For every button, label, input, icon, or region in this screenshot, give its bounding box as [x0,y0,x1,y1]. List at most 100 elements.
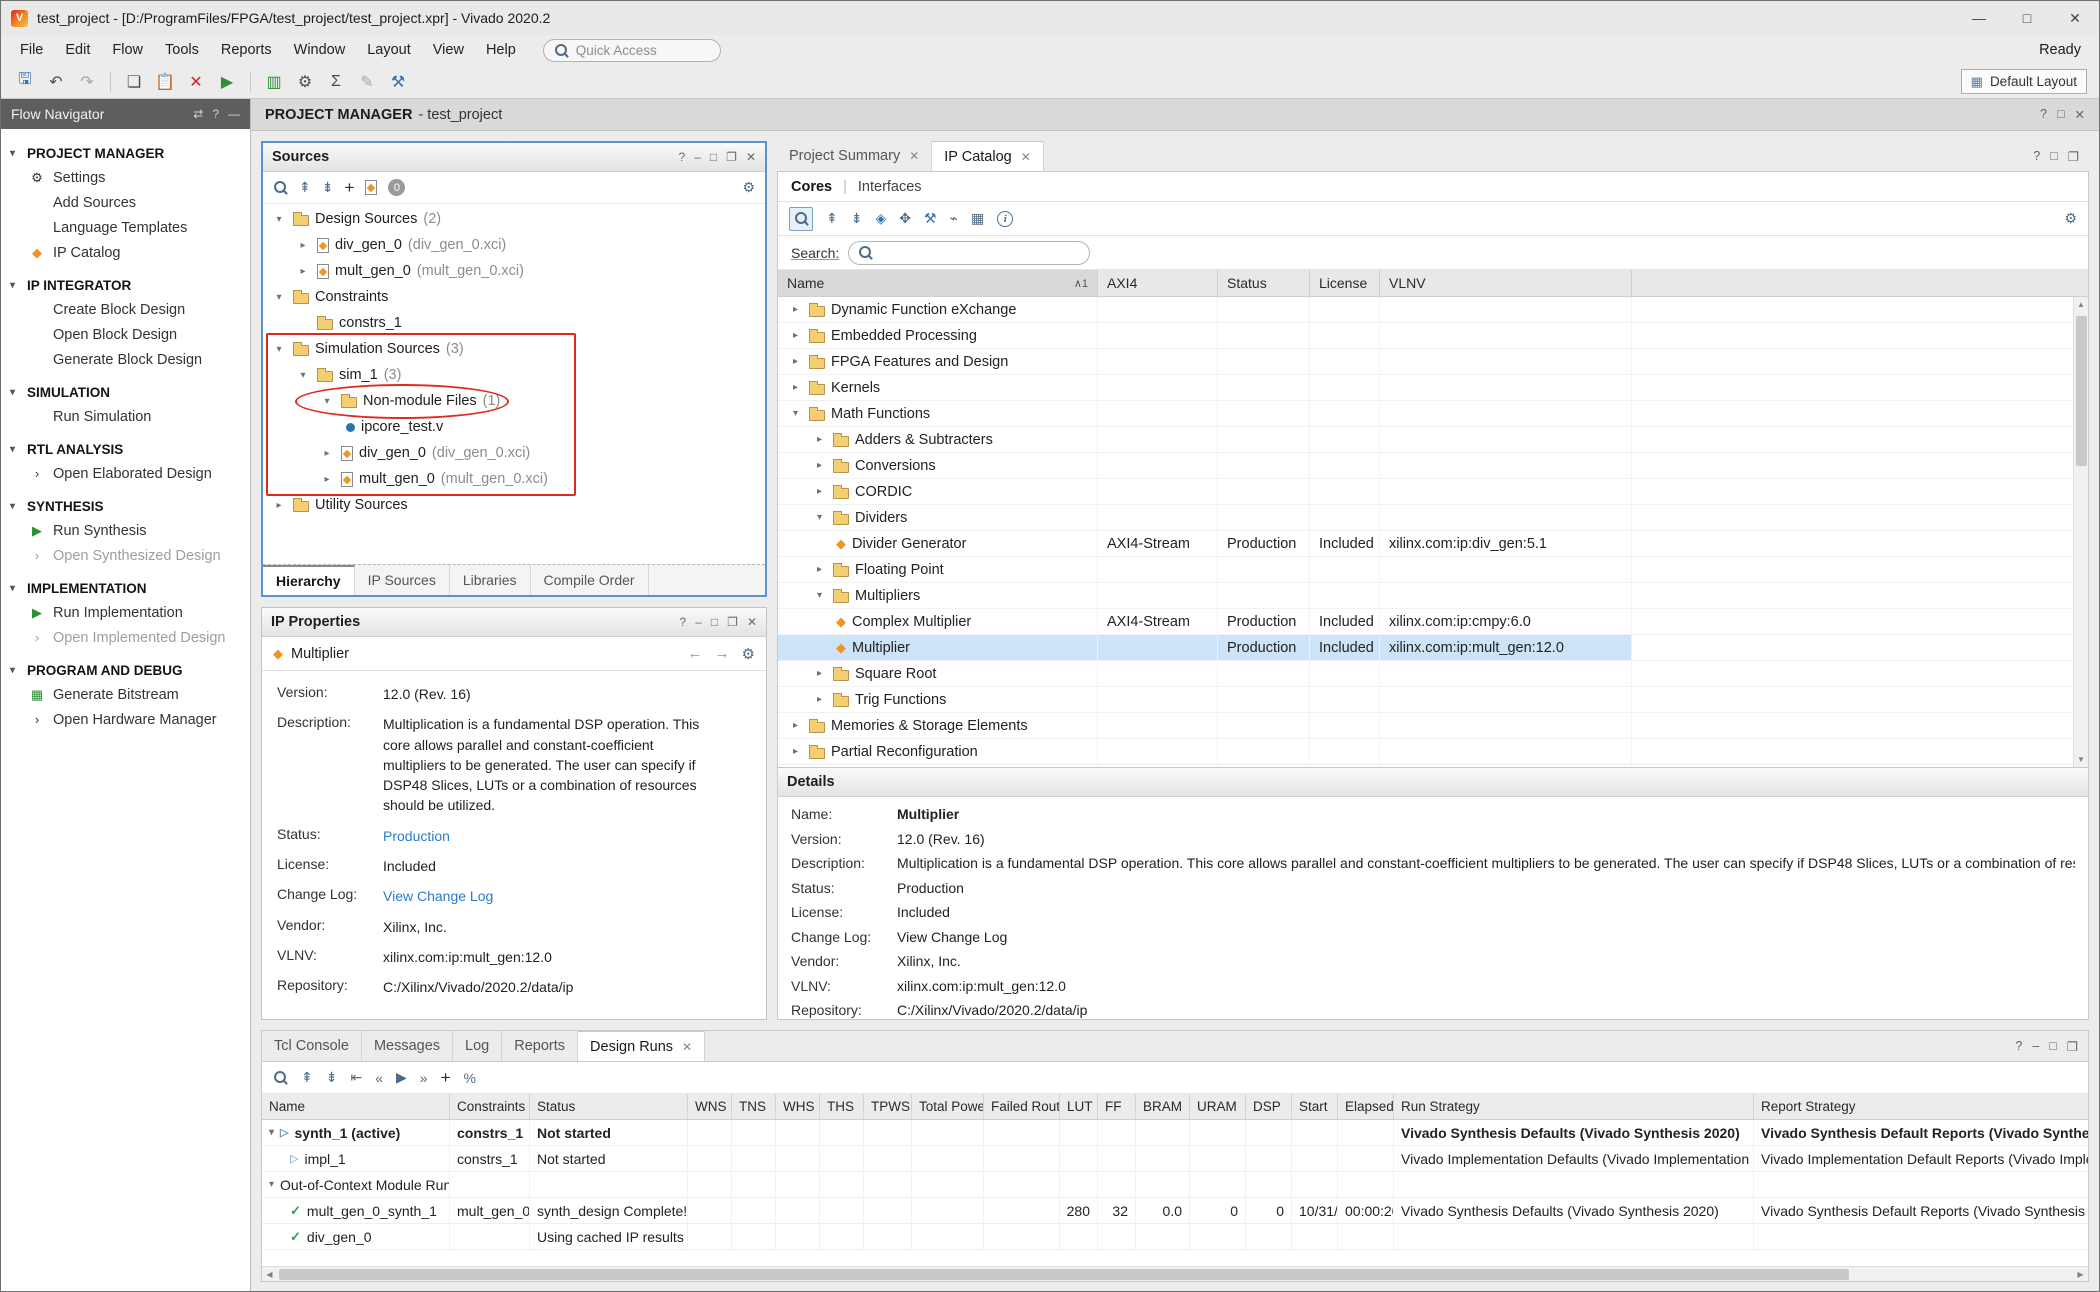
help-icon[interactable]: ? [212,107,219,121]
scroll-up-icon[interactable]: ▲ [2074,297,2088,312]
tree-row-non-module-files[interactable]: ▾Non-module Files(1) [263,388,765,414]
tree-row-div-gen-0[interactable]: ▸div_gen_0(div_gen_0.xci) [263,232,765,258]
chevron-right-icon[interactable]: ▸ [319,448,335,459]
chevron-down-icon[interactable]: ▾ [271,344,287,355]
scrollbar-thumb[interactable] [2076,316,2087,466]
tab-design-runs[interactable]: Design Runs✕ [578,1031,705,1061]
tab-libraries[interactable]: Libraries [450,565,531,595]
sidebar-item-settings[interactable]: ⚙Settings [1,165,250,190]
chevron-right-icon[interactable]: ▸ [295,240,311,251]
menu-tools[interactable]: Tools [154,38,210,62]
catalog-row-complex-multiplier[interactable]: ◆Complex MultiplierAXI4-StreamProduction… [778,609,2088,635]
redo-icon[interactable]: ↷ [73,68,101,95]
catalog-row[interactable]: ▸Adders & Subtracters [778,427,2088,453]
run-row-ooc-group[interactable]: ▾Out-of-Context Module Runs [262,1172,2088,1198]
delete-icon[interactable]: ✕ [182,68,210,95]
chevron-down-icon[interactable]: ▾ [812,590,827,601]
sidebar-item-run-simulation[interactable]: Run Simulation [1,404,250,429]
collapse-all-icon[interactable]: ⇞ [299,179,311,196]
menu-reports[interactable]: Reports [210,38,283,62]
menu-help[interactable]: Help [475,38,527,62]
dashboard-icon[interactable]: ▥ [260,68,288,95]
maximize-icon[interactable]: ❐ [2068,149,2079,164]
column-header-license[interactable]: License [1310,270,1380,296]
search-icon[interactable] [789,207,813,231]
tab-hierarchy[interactable]: Hierarchy [263,565,355,595]
expand-all-icon[interactable]: ⇟ [322,179,334,196]
hide-panel-icon[interactable]: — [228,107,240,121]
column-header[interactable]: TNS [732,1094,776,1119]
gear-icon[interactable]: ⚙ [742,645,755,663]
sidebar-item-generate-bitstream[interactable]: ▦Generate Bitstream [1,682,250,707]
chevron-right-icon[interactable]: ▸ [812,564,827,575]
menu-file[interactable]: File [9,38,54,62]
catalog-row-divider-generator[interactable]: ◆Divider GeneratorAXI4-StreamProductionI… [778,531,2088,557]
expand-all-icon[interactable]: ⇟ [851,210,863,227]
help-icon[interactable]: ? [2040,107,2047,122]
maximize-icon[interactable]: ❐ [2067,1039,2078,1054]
subtab-interfaces[interactable]: Interfaces [858,179,922,195]
float-icon[interactable]: □ [2049,1039,2057,1053]
column-header[interactable]: TPWS [864,1094,912,1119]
sidebar-item-open-synthesized-design[interactable]: ›Open Synthesized Design [1,543,250,568]
tab-messages[interactable]: Messages [362,1031,453,1061]
scroll-left-icon[interactable]: ◀ [262,1270,277,1279]
catalog-row[interactable]: ▸Trig Functions [778,687,2088,713]
tree-row-sim-div-gen-0[interactable]: ▸div_gen_0(div_gen_0.xci) [263,440,765,466]
close-icon[interactable]: ✕ [682,1040,692,1054]
sidebar-item-add-sources[interactable]: Add Sources [1,190,250,215]
column-header[interactable]: BRAM [1136,1094,1190,1119]
detail-status-link[interactable]: Production [897,880,964,896]
sources-panel-header[interactable]: Sources ? – □ ❐ ✕ [263,143,765,172]
chevron-right-icon[interactable]: ▸ [812,694,827,705]
column-header[interactable]: Constraints [450,1094,530,1119]
sidebar-item-open-block-design[interactable]: Open Block Design [1,322,250,347]
tab-reports[interactable]: Reports [502,1031,578,1061]
catalog-row[interactable]: ▸Floating Point [778,557,2088,583]
catalog-row[interactable]: ▸Memories & Storage Elements [778,713,2088,739]
minimize-icon[interactable]: – [2032,1039,2039,1053]
layout-selector[interactable]: ▦ Default Layout [1961,69,2087,94]
minimize-icon[interactable]: – [695,615,702,629]
settings-gear-icon[interactable]: ⚙ [291,68,319,95]
column-header[interactable]: URAM [1190,1094,1246,1119]
chevron-right-icon[interactable]: ▸ [295,266,311,277]
chevron-right-icon[interactable]: ▸ [788,382,803,393]
tab-project-summary[interactable]: Project Summary✕ [777,141,932,171]
undo-icon[interactable]: ↶ [42,68,70,95]
sidebar-item-open-elaborated-design[interactable]: ›Open Elaborated Design [1,461,250,486]
chevron-right-icon[interactable]: ▸ [788,330,803,341]
add-sources-icon[interactable]: + [344,178,354,198]
column-header[interactable]: FF [1098,1094,1136,1119]
scrollbar-thumb[interactable] [279,1269,1849,1280]
info-icon[interactable]: i [997,211,1013,227]
run-icon[interactable]: ▶ [396,1069,407,1086]
wand-icon[interactable]: ⚒ [384,68,412,95]
section-header-implementation[interactable]: ▾IMPLEMENTATION [1,577,250,600]
close-icon[interactable]: ✕ [2075,107,2085,122]
table-view-icon[interactable]: ▦ [971,210,984,227]
interface-plug-icon[interactable]: ⌁ [950,210,958,227]
tree-row-ipcore-test-v[interactable]: ipcore_test.v [263,414,765,440]
group-by-icon[interactable]: ✥ [899,210,911,227]
collapse-all-icon[interactable]: ⇞ [826,210,838,227]
run-icon[interactable]: ▶ [213,68,241,95]
catalog-row[interactable]: ▸Square Root [778,661,2088,687]
float-icon[interactable]: □ [711,615,718,629]
column-header[interactable]: Total Power [912,1094,984,1119]
chevron-right-icon[interactable]: ▸ [812,486,827,497]
chevron-right-icon[interactable]: ▸ [319,474,335,485]
change-log-link[interactable]: View Change Log [383,886,493,906]
chevron-right-icon[interactable]: ▸ [812,434,827,445]
column-header[interactable]: Start [1292,1094,1338,1119]
chevron-right-icon[interactable]: ▸ [788,746,803,757]
tab-log[interactable]: Log [453,1031,502,1061]
search-input[interactable] [848,241,1090,265]
section-header-ip-integrator[interactable]: ▾IP INTEGRATOR [1,274,250,297]
chevron-down-icon[interactable]: ▾ [319,396,335,407]
scroll-right-icon[interactable]: ▶ [2073,1270,2088,1279]
run-row-synth-1[interactable]: ▾▷synth_1 (active) constrs_1 Not started… [262,1120,2088,1146]
catalog-row[interactable]: ▸Conversions [778,453,2088,479]
column-header[interactable]: Elapsed [1338,1094,1394,1119]
tree-row-sim-1[interactable]: ▾sim_1(3) [263,362,765,388]
